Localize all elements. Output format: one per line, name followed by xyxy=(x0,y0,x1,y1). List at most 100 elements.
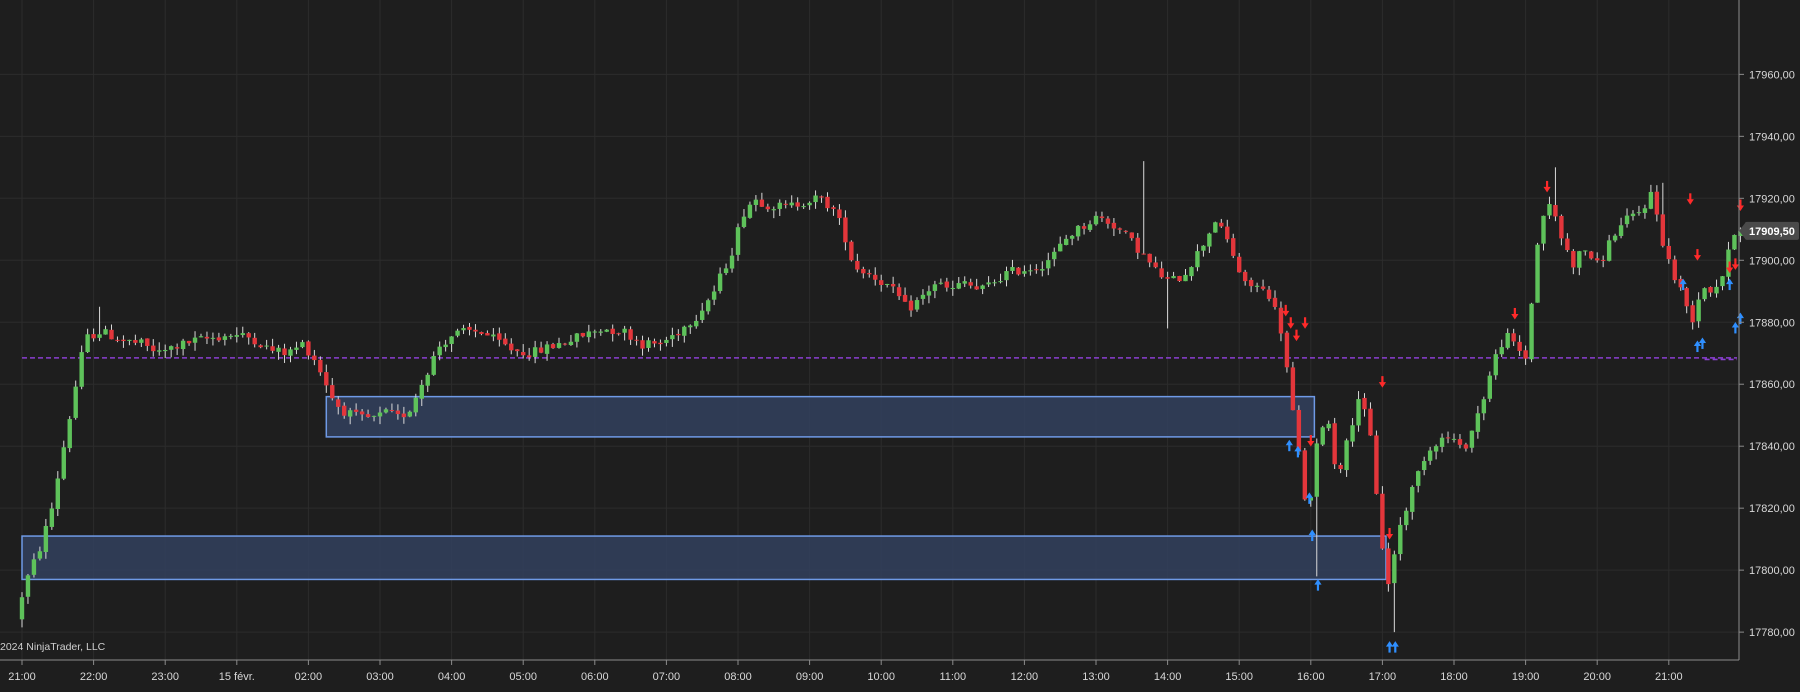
candle-bull[interactable] xyxy=(79,352,84,387)
candle-bull[interactable] xyxy=(437,346,442,356)
candle-bull[interactable] xyxy=(1392,554,1397,584)
candle-bull[interactable] xyxy=(85,334,90,353)
candle-bear[interactable] xyxy=(359,411,365,415)
candle-bear[interactable] xyxy=(1147,253,1152,263)
candle-bull[interactable] xyxy=(1529,303,1534,360)
candle-bull[interactable] xyxy=(168,346,174,350)
candle-bear[interactable] xyxy=(109,329,114,340)
candle-bear[interactable] xyxy=(1684,288,1689,307)
candle-bear[interactable] xyxy=(1135,237,1140,253)
candle-bull[interactable] xyxy=(449,336,454,344)
candle-bull[interactable] xyxy=(1714,286,1719,294)
candle-bear[interactable] xyxy=(1445,437,1451,439)
candle-bull[interactable] xyxy=(717,273,723,292)
candle-bear[interactable] xyxy=(467,326,472,330)
candle-bull[interactable] xyxy=(532,347,538,357)
candle-bull[interactable] xyxy=(998,281,1003,283)
candle-bear[interactable] xyxy=(1159,268,1164,278)
candle-bear[interactable] xyxy=(1517,341,1522,351)
candle-bull[interactable] xyxy=(670,335,675,340)
candle-bull[interactable] xyxy=(103,329,108,335)
candle-bull[interactable] xyxy=(556,343,562,348)
candle-bear[interactable] xyxy=(270,346,275,351)
candle-bull[interactable] xyxy=(932,284,938,291)
candle-bull[interactable] xyxy=(664,339,669,343)
candle-bull[interactable] xyxy=(723,268,729,274)
candle-bear[interactable] xyxy=(1386,548,1391,585)
candle-bull[interactable] xyxy=(1022,271,1027,274)
candle-bear[interactable] xyxy=(837,209,842,219)
zone-rect[interactable] xyxy=(325,395,1316,438)
candle-bull[interactable] xyxy=(777,202,782,209)
candle-bull[interactable] xyxy=(276,347,281,352)
candle-bear[interactable] xyxy=(1248,279,1254,287)
candle-bear[interactable] xyxy=(1374,435,1379,494)
candle-bull[interactable] xyxy=(980,285,985,289)
candle-bull[interactable] xyxy=(61,447,66,479)
candle-bull[interactable] xyxy=(443,344,448,348)
candle-bull[interactable] xyxy=(1505,332,1510,348)
candle-bull[interactable] xyxy=(1439,437,1445,447)
candle-bear[interactable] xyxy=(353,409,359,412)
candle-bear[interactable] xyxy=(133,340,138,343)
candle-bear[interactable] xyxy=(1099,216,1105,219)
candle-bull[interactable] xyxy=(25,575,31,597)
candle-bear[interactable] xyxy=(1523,350,1528,359)
candle-bear[interactable] xyxy=(855,260,860,270)
candle-bull[interactable] xyxy=(938,282,944,284)
candle-bull[interactable] xyxy=(157,350,162,352)
candle-bear[interactable] xyxy=(1457,439,1463,445)
candle-bear[interactable] xyxy=(1105,218,1111,224)
candle-bear[interactable] xyxy=(1690,305,1695,323)
candle-bull[interactable] xyxy=(49,508,55,527)
candle-bear[interactable] xyxy=(634,339,639,341)
candle-bull[interactable] xyxy=(735,227,741,255)
candle-bear[interactable] xyxy=(1338,465,1343,470)
candle-bull[interactable] xyxy=(1606,240,1612,261)
candle-bull[interactable] xyxy=(228,335,234,337)
candle-bear[interactable] xyxy=(526,355,532,358)
candle-bear[interactable] xyxy=(849,241,854,261)
candle-bear[interactable] xyxy=(1141,253,1146,255)
candle-bull[interactable] xyxy=(31,559,37,575)
candle-bull[interactable] xyxy=(544,344,550,354)
candle-bear[interactable] xyxy=(145,338,150,346)
candle-bull[interactable] xyxy=(1469,430,1475,448)
candle-bull[interactable] xyxy=(1010,267,1015,271)
candle-bear[interactable] xyxy=(515,349,520,352)
candle-bull[interactable] xyxy=(222,336,228,340)
candle-bear[interactable] xyxy=(562,343,568,345)
zone-rect[interactable] xyxy=(21,535,1387,581)
candle-bear[interactable] xyxy=(1260,286,1266,289)
candle-bull[interactable] xyxy=(1350,425,1355,442)
candle-bear[interactable] xyxy=(1231,238,1236,256)
candle-bull[interactable] xyxy=(97,334,102,338)
candle-bull[interactable] xyxy=(425,374,430,386)
candle-bull[interactable] xyxy=(1636,212,1642,214)
candle-bear[interactable] xyxy=(1571,251,1576,268)
candle-bull[interactable] xyxy=(37,551,43,559)
candle-bear[interactable] xyxy=(479,332,484,334)
candle-bear[interactable] xyxy=(1177,276,1182,282)
candle-bull[interactable] xyxy=(789,202,794,206)
candle-bull[interactable] xyxy=(604,329,609,332)
candle-bull[interactable] xyxy=(1069,235,1075,239)
candle-bear[interactable] xyxy=(610,328,615,334)
candle-bull[interactable] xyxy=(771,209,776,211)
candle-bull[interactable] xyxy=(682,326,687,336)
candle-bear[interactable] xyxy=(1302,450,1308,500)
candle-bear[interactable] xyxy=(1272,297,1278,307)
candle-bull[interactable] xyxy=(1207,233,1212,247)
candle-bull[interactable] xyxy=(1314,443,1319,497)
candle-bull[interactable] xyxy=(700,310,705,320)
candle-bear[interactable] xyxy=(485,333,490,336)
candle-bear[interactable] xyxy=(216,337,222,341)
candle-bear[interactable] xyxy=(580,332,586,337)
candle-bull[interactable] xyxy=(1028,270,1033,272)
candle-bear[interactable] xyxy=(1589,251,1594,259)
candle-bear[interactable] xyxy=(1225,226,1230,240)
candle-bull[interactable] xyxy=(1493,354,1498,376)
candle-bull[interactable] xyxy=(1696,299,1701,322)
candle-bull[interactable] xyxy=(586,331,592,338)
candle-bear[interactable] xyxy=(658,342,663,345)
